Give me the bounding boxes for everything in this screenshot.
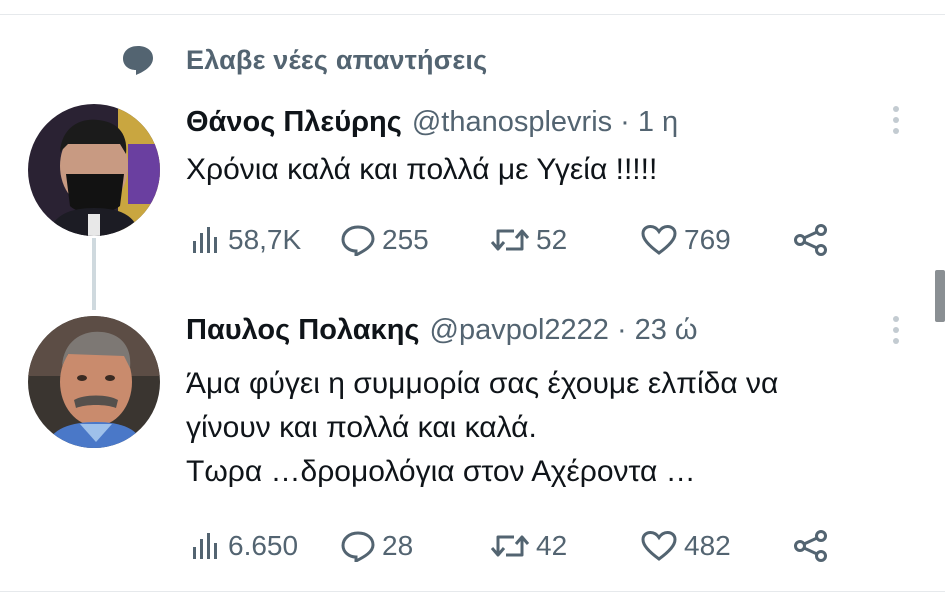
author-handle[interactable]: @thanosplevris bbox=[412, 106, 612, 139]
views-icon bbox=[193, 533, 217, 559]
retweet-icon bbox=[490, 229, 530, 251]
retweet-button[interactable]: 42 bbox=[490, 526, 567, 566]
new-replies-notice[interactable]: Ελαβε νέες απαντήσεις bbox=[120, 42, 487, 78]
heart-icon bbox=[641, 530, 677, 561]
separator-dot: · bbox=[616, 314, 627, 346]
retweet-icon bbox=[490, 535, 530, 557]
share-button[interactable] bbox=[792, 526, 836, 566]
retweet-count: 52 bbox=[536, 224, 568, 255]
speech-bubble-icon bbox=[123, 46, 153, 75]
tweet-time[interactable]: 23 ώ bbox=[635, 314, 698, 347]
thread-connector-line bbox=[92, 238, 96, 310]
bottom-divider bbox=[0, 591, 945, 592]
top-divider bbox=[0, 14, 945, 15]
heart-icon bbox=[641, 224, 677, 255]
like-button[interactable]: 769 bbox=[640, 220, 731, 260]
like-count: 769 bbox=[684, 224, 731, 255]
views-button[interactable]: 6.650 bbox=[190, 526, 298, 566]
retweet-button[interactable]: 52 bbox=[490, 220, 567, 260]
tweet-actions: 6.650 28 42 482 bbox=[186, 526, 846, 566]
tweet-text-line: Χρόνια καλά και πολλά με Υγεία !!!!! bbox=[186, 153, 658, 186]
reply-icon bbox=[341, 531, 375, 562]
author-handle[interactable]: @pavpol2222 bbox=[430, 314, 609, 347]
reply-button[interactable]: 255 bbox=[340, 220, 429, 260]
tweet-text-line: Άμα φύγει η συμμορία σας έχουμε ελπίδα ν… bbox=[186, 367, 779, 400]
author-name[interactable]: Παυλος Πολακης bbox=[186, 314, 420, 347]
more-options-icon[interactable] bbox=[890, 106, 902, 139]
tweet-text-line: Τωρα …δρομολόγια στον Αχέροντα … bbox=[186, 455, 696, 488]
like-button[interactable]: 482 bbox=[640, 526, 731, 566]
separator-dot: · bbox=[620, 106, 630, 138]
reply-icon bbox=[341, 225, 375, 256]
views-icon bbox=[193, 227, 217, 253]
author-name[interactable]: Θάνος Πλεύρης bbox=[186, 106, 402, 139]
views-count: 6.650 bbox=[228, 530, 299, 561]
tweet-header: Παυλος Πολακης @pavpol2222 · 23 ώ bbox=[186, 314, 698, 347]
more-options-icon[interactable] bbox=[890, 316, 902, 349]
scrollbar[interactable] bbox=[935, 270, 945, 322]
retweet-count: 42 bbox=[536, 530, 568, 561]
tweet-text: Χρόνια καλά και πολλά με Υγεία !!!!! bbox=[186, 150, 906, 190]
avatar[interactable] bbox=[28, 316, 160, 448]
views-button[interactable]: 58,7K bbox=[190, 220, 301, 260]
share-icon bbox=[794, 530, 827, 562]
share-button[interactable] bbox=[792, 220, 836, 260]
views-count: 58,7K bbox=[228, 224, 302, 255]
reply-count: 28 bbox=[382, 530, 414, 561]
new-replies-text: Ελαβε νέες απαντήσεις bbox=[186, 44, 488, 75]
tweet-header: Θάνος Πλεύρης @thanosplevris · 1 η bbox=[186, 106, 678, 139]
like-count: 482 bbox=[684, 530, 731, 561]
reply-button[interactable]: 28 bbox=[340, 526, 413, 566]
reply-count: 255 bbox=[382, 224, 429, 255]
tweet-text: Άμα φύγει η συμμορία σας έχουμε ελπίδα ν… bbox=[186, 362, 906, 494]
tweet-text-line: γίνουν και πολλά και καλά. bbox=[186, 411, 537, 444]
tweet-time[interactable]: 1 η bbox=[638, 106, 678, 139]
tweet-actions: 58,7K 255 52 769 bbox=[186, 220, 846, 260]
avatar[interactable] bbox=[28, 104, 160, 236]
share-icon bbox=[794, 224, 827, 256]
